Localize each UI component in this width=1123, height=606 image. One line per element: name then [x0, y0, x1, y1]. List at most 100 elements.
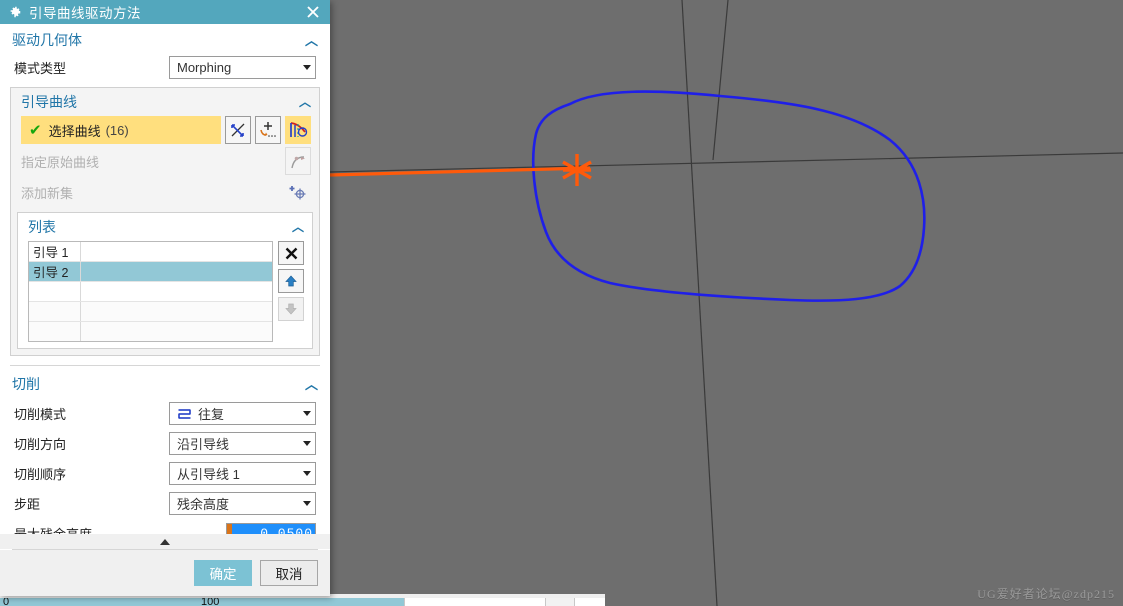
- chevron-up-icon[interactable]: ︿: [299, 96, 311, 108]
- status-value-right: 100: [198, 598, 404, 606]
- guide-curve-drive-method-dialog[interactable]: 引导曲线驱动方法 驱动几何体 ︿ 模式类型 Morphing 引导曲线 ︿ ✔ …: [0, 0, 330, 596]
- delete-glyph: [285, 247, 297, 259]
- list-item-label: 引导 1: [29, 242, 81, 261]
- cut-mode-value: 往复: [198, 407, 225, 422]
- axis-line-horizontal: [329, 152, 1123, 173]
- collapse-handle[interactable]: [0, 534, 330, 549]
- list-item-value: [81, 282, 272, 301]
- cut-mode-row: 切削模式 往复: [0, 398, 330, 427]
- add-new-set-icon[interactable]: [285, 178, 311, 206]
- list-item-label: [29, 322, 81, 341]
- specify-original-curve-row: 指定原始曲线: [21, 147, 311, 175]
- chevron-down-icon: [303, 65, 311, 70]
- intersection-curve-glyph: [231, 123, 245, 137]
- mode-type-label: 模式类型: [14, 61, 67, 76]
- list-item[interactable]: 引导 2: [29, 262, 272, 282]
- chevron-up-icon[interactable]: ︿: [292, 221, 304, 233]
- mode-type-row: 模式类型 Morphing: [0, 54, 330, 81]
- specify-original-curve-label: 指定原始曲线: [21, 154, 100, 170]
- list-item[interactable]: [29, 302, 272, 322]
- status-value-left: 0: [0, 598, 198, 606]
- gear-icon: [10, 6, 21, 18]
- stepover-combo[interactable]: 残余高度: [169, 492, 316, 515]
- chevron-up-icon[interactable]: ︿: [305, 34, 318, 47]
- list-item-label: 引导 2: [29, 262, 81, 281]
- section-driving-geometry-header[interactable]: 驱动几何体 ︿: [0, 24, 330, 54]
- original-curve-icon[interactable]: [285, 147, 311, 175]
- dialog-titlebar[interactable]: 引导曲线驱动方法: [0, 0, 330, 24]
- mode-type-combo[interactable]: Morphing: [169, 56, 316, 79]
- intersection-curve-icon[interactable]: [225, 116, 251, 144]
- point-marker-icon: [562, 154, 592, 186]
- dialog-footer: 确定 取消: [0, 550, 330, 596]
- cut-direction-row: 切削方向 沿引导线: [0, 427, 330, 457]
- list-item-label: [29, 302, 81, 321]
- move-down-glyph: [285, 303, 297, 315]
- cut-order-label: 切削顺序: [14, 467, 67, 482]
- chevron-down-icon: [303, 411, 311, 416]
- list-item[interactable]: 引导 1: [29, 242, 272, 262]
- curve-select-active-icon[interactable]: [285, 116, 311, 144]
- select-curve-label: 选择曲线: [48, 123, 101, 139]
- select-curve-row: ✔ 选择曲线 (16): [21, 116, 311, 144]
- dialog-content: 驱动几何体 ︿ 模式类型 Morphing 引导曲线 ︿ ✔ 选择曲线 (16): [0, 24, 330, 550]
- move-up-icon[interactable]: [278, 269, 304, 293]
- stepover-value: 残余高度: [177, 497, 230, 512]
- list-item[interactable]: [29, 322, 272, 341]
- guide-curves-group: 引导曲线 ︿ ✔ 选择曲线 (16) 指定原始曲线 添加新集 列表 ︿ 引导 1…: [10, 87, 320, 356]
- status-blank: [404, 598, 545, 606]
- add-new-set-label: 添加新集: [21, 185, 74, 201]
- list-item-label: [29, 282, 81, 301]
- delete-icon[interactable]: [278, 241, 304, 265]
- cut-mode-combo[interactable]: 往复: [169, 402, 316, 425]
- close-icon[interactable]: [302, 2, 324, 22]
- mode-type-value: Morphing: [177, 60, 232, 75]
- stepover-label: 步距: [14, 497, 41, 512]
- add-curve-glyph: [260, 122, 276, 137]
- section-cutting-header[interactable]: 切削 ︿: [0, 366, 330, 398]
- check-icon: ✔: [29, 122, 42, 139]
- list-group: 列表 ︿ 引导 1 引导 2: [17, 212, 313, 349]
- section-list-header[interactable]: 列表 ︿: [18, 213, 312, 239]
- chevron-up-icon[interactable]: ︿: [305, 378, 318, 391]
- list-item-value: [81, 242, 272, 261]
- section-title-driving-geometry: 驱动几何体: [12, 32, 82, 48]
- list-item[interactable]: [29, 282, 272, 302]
- chevron-down-icon: [303, 471, 311, 476]
- status-grip[interactable]: [545, 598, 574, 606]
- list-item-value: [81, 302, 272, 321]
- list-item-value: [81, 262, 272, 281]
- status-filler: [605, 594, 630, 606]
- original-curve-glyph: [291, 156, 305, 169]
- section-guide-curves-header[interactable]: 引导曲线 ︿: [11, 88, 319, 114]
- cut-mode-label: 切削模式: [14, 407, 67, 422]
- guide-list[interactable]: 引导 1 引导 2: [28, 241, 273, 342]
- select-curve-count: (16): [105, 122, 129, 138]
- section-title-list: 列表: [28, 219, 56, 235]
- cut-order-row: 切削顺序 从引导线 1: [0, 457, 330, 487]
- forum-watermark: UG爱好者论坛@zdp215: [977, 587, 1115, 601]
- axis-line-vertical-b: [712, 0, 729, 161]
- stepover-row: 步距 残余高度: [0, 487, 330, 517]
- move-up-glyph: [285, 275, 297, 287]
- cut-order-combo[interactable]: 从引导线 1: [169, 462, 316, 485]
- zigzag-icon: [178, 409, 191, 419]
- add-curve-icon[interactable]: [255, 116, 281, 144]
- list-actions: [278, 241, 304, 342]
- cancel-button[interactable]: 取消: [260, 560, 318, 586]
- add-new-set-row: 添加新集: [21, 178, 311, 206]
- cut-direction-value: 沿引导线: [177, 437, 230, 452]
- chevron-down-icon: [303, 441, 311, 446]
- close-glyph: [307, 6, 319, 18]
- select-curve-button[interactable]: ✔ 选择曲线 (16): [21, 116, 221, 144]
- move-down-icon: [278, 297, 304, 321]
- cut-direction-combo[interactable]: 沿引导线: [169, 432, 316, 455]
- chevron-down-icon: [303, 501, 311, 506]
- dialog-title: 引导曲线驱动方法: [29, 6, 141, 21]
- list-item-value: [81, 322, 272, 341]
- status-blank-2: [574, 598, 605, 606]
- ok-button[interactable]: 确定: [194, 560, 252, 586]
- guide-list-wrapper: 引导 1 引导 2: [28, 241, 304, 342]
- collapse-up-icon: [160, 538, 170, 545]
- cut-direction-label: 切削方向: [14, 437, 67, 452]
